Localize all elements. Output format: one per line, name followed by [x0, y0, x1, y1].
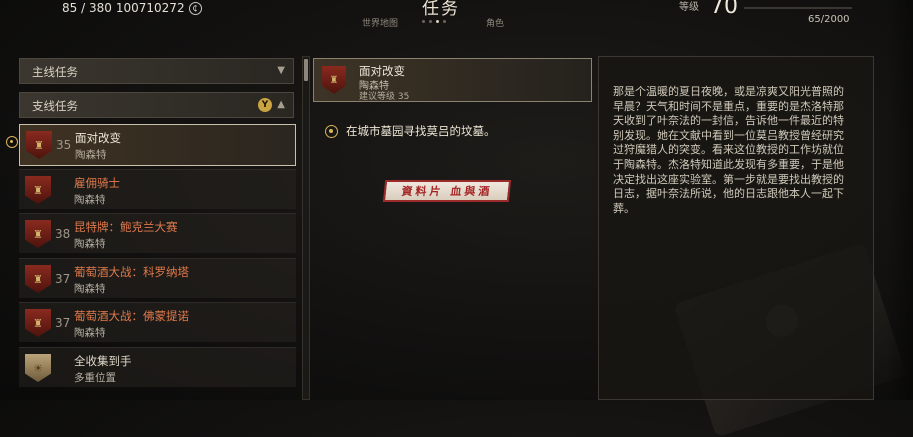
quest-region: 陶森特: [74, 283, 106, 295]
y-button-icon: Y: [258, 98, 272, 112]
shield-crest-icon: ♜: [322, 66, 346, 94]
nav-dot: [443, 20, 446, 23]
screen-title: 任务: [422, 0, 460, 19]
quest-region: 陶森特: [74, 327, 106, 339]
quest-description-panel: 那是个温暖的夏日夜晚，或是凉爽又阳光普照的早晨？天气和时间不是重点，重要的是杰洛…: [598, 56, 874, 400]
edge-shadow: [887, 0, 913, 400]
category-main-quests[interactable]: 主线任务 ▼: [19, 58, 294, 84]
sun-crest-icon: ☀: [25, 354, 51, 382]
weight-readout: 85 / 380: [62, 1, 112, 15]
quest-region: 陶森特: [74, 194, 106, 206]
stamp-label: 資料片 血與酒: [400, 185, 494, 198]
quest-region: 陶森特: [75, 149, 107, 161]
detail-suggested-level: 建议等级 35: [359, 92, 410, 102]
category-side-quests[interactable]: 支线任务 Y ▲: [19, 92, 294, 118]
quest-level: 35: [56, 138, 72, 152]
quest-item[interactable]: ♜ 37 葡萄酒大战：佛蒙提诺 陶森特: [19, 302, 296, 342]
nav-dot-active: [436, 20, 439, 23]
inventory-stats: 85 / 380 100710272 ₵: [62, 1, 202, 15]
quest-description: 那是个温暖的夏日夜晚，或是凉爽又阳光普照的早晨？天气和时间不是重点，重要的是杰洛…: [613, 85, 844, 215]
quest-region: 多重位置: [74, 372, 116, 384]
quest-item[interactable]: ♜ 雇佣骑士 陶森特: [19, 169, 296, 209]
objective-target-icon: [325, 124, 338, 138]
nav-world-map[interactable]: 世界地图: [362, 16, 398, 29]
quest-level: 37: [55, 316, 71, 330]
quest-item[interactable]: ☀ 全收集到手 多重位置: [19, 347, 296, 387]
quest-level: 37: [55, 272, 71, 286]
quest-list-scrollbar[interactable]: [302, 56, 310, 400]
quest-region: 陶森特: [74, 238, 106, 250]
category-label: 支线任务: [32, 99, 78, 113]
nav-character[interactable]: 角色: [486, 16, 504, 29]
scrollbar-thumb[interactable]: [304, 59, 308, 81]
tracked-target-icon: [6, 136, 18, 148]
quest-title: 葡萄酒大战：佛蒙提诺: [74, 309, 189, 323]
quest-item[interactable]: ♜ 37 葡萄酒大战：科罗纳塔 陶森特: [19, 258, 296, 298]
shield-crest-icon: ♜: [25, 220, 51, 248]
quest-title: 面对改变: [75, 131, 121, 145]
quest-item-selected[interactable]: ♜ 35 面对改变 陶森特: [6, 124, 296, 166]
quest-level: 38: [55, 227, 71, 241]
nav-dot: [422, 20, 425, 23]
shield-crest-icon: ♜: [25, 176, 51, 204]
category-label: 主线任务: [32, 65, 78, 79]
shield-crest-icon: ♜: [26, 131, 52, 159]
shield-crest-icon: ♜: [25, 265, 51, 293]
quest-title: 雇佣骑士: [74, 176, 120, 190]
quest-title: 昆特牌：鲍克兰大赛: [74, 220, 178, 234]
crown-coin-icon: ₵: [188, 1, 202, 15]
shield-crest-icon: ♜: [25, 309, 51, 337]
level-label: 等级: [679, 2, 699, 13]
nav-dot: [429, 20, 432, 23]
quest-title: 葡萄酒大战：科罗纳塔: [74, 265, 189, 279]
money-readout: 100710272: [115, 1, 185, 15]
xp-readout: 65/2000: [808, 14, 850, 25]
nav-page-indicator: [422, 20, 446, 23]
quest-detail-panel: ♜ 面对改变 陶森特 建议等级 35 在城市墓园寻找莫吕的坟墓。 資料片 血與酒: [313, 56, 592, 400]
chevron-down-icon: ▼: [277, 65, 285, 76]
quest-title: 全收集到手: [74, 354, 132, 368]
objective-text: 在城市墓园寻找莫吕的坟墓。: [346, 124, 496, 138]
xp-bar: [744, 7, 852, 9]
level-number: 70: [710, 0, 738, 19]
quest-detail-header: ♜ 面对改变 陶森特 建议等级 35: [313, 58, 592, 102]
expansion-stamp: 資料片 血與酒: [382, 180, 512, 202]
quest-item[interactable]: ♜ 38 昆特牌：鲍克兰大赛 陶森特: [19, 213, 296, 253]
top-hud: 85 / 380 100710272 ₵ 世界地图 任务 角色 等级 70 65…: [0, 0, 913, 40]
quest-objective[interactable]: 在城市墓园寻找莫吕的坟墓。: [325, 123, 496, 139]
chevron-up-icon: ▲: [277, 99, 285, 110]
